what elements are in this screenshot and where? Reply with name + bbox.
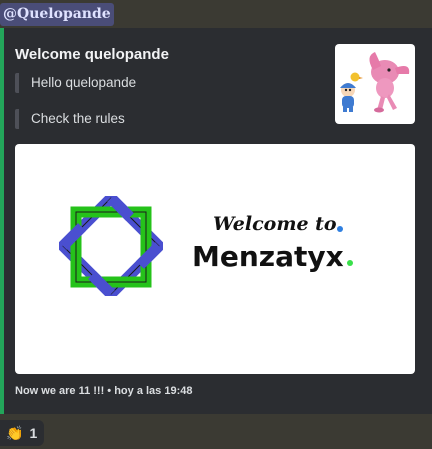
embed-title: Welcome quelopande <box>15 46 169 63</box>
user-mention[interactable]: @Quelopande <box>0 3 114 26</box>
welcome-embed: Welcome quelopande Hello quelopande Chec… <box>0 28 432 414</box>
reaction-count: 1 <box>29 425 38 441</box>
banner-welcome-text: Welcome to <box>213 213 337 235</box>
embed-banner-image[interactable]: Welcome to Menzatyx <box>15 144 415 374</box>
banner-server-name: Menzatyx <box>192 240 344 273</box>
menzatyx-logo <box>59 196 163 296</box>
pocoyo-characters-image <box>340 52 410 113</box>
clap-reaction-button[interactable]: 👏 1 <box>0 420 44 446</box>
clapping-hands-icon: 👏 <box>6 424 24 441</box>
blue-dot-icon <box>337 226 343 232</box>
embed-line-hello: Hello quelopande <box>15 73 136 93</box>
embed-thumbnail[interactable] <box>335 44 415 124</box>
embed-line-rules: Check the rules <box>15 109 125 129</box>
embed-footer: Now we are 11 !!! • hoy a las 19:48 <box>15 385 193 397</box>
green-dot-icon <box>347 260 353 266</box>
embed-accent-bar <box>0 28 4 414</box>
